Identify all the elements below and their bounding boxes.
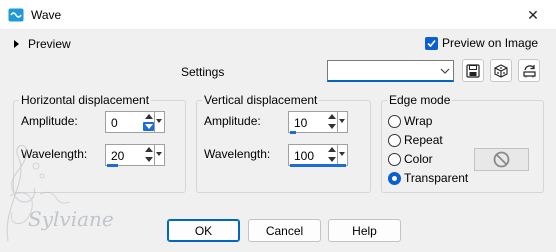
- dice-icon: [494, 63, 508, 78]
- edge-mode-title: Edge mode: [387, 93, 453, 107]
- slider-popup-button[interactable]: [154, 145, 164, 165]
- watermark-text: Sylviane: [28, 207, 114, 231]
- horizontal-amplitude-spinbox[interactable]: 0: [105, 111, 165, 133]
- vertical-wavelength-level: [290, 164, 346, 167]
- ok-button[interactable]: OK: [167, 219, 240, 242]
- vertical-displacement-title: Vertical displacement: [202, 93, 320, 107]
- radio-checked-icon: [388, 171, 401, 185]
- chevron-down-icon: [156, 119, 162, 123]
- checkbox-checked-icon: [425, 36, 438, 50]
- vertical-amplitude-value: 10: [294, 116, 308, 130]
- chevron-down-icon: [156, 152, 162, 156]
- spin-buttons[interactable]: [327, 113, 337, 131]
- spin-up-icon: [145, 147, 153, 152]
- radio-unchecked-icon: [388, 152, 401, 166]
- edge-mode-repeat-label: Repeat: [404, 133, 443, 147]
- vertical-amplitude-label: Amplitude:: [204, 114, 261, 128]
- radio-unchecked-icon: [388, 114, 401, 128]
- edge-mode-transparent-label: Transparent: [404, 171, 469, 185]
- spin-up-icon: [328, 147, 336, 152]
- vertical-wavelength-label: Wavelength:: [204, 147, 271, 161]
- spin-up-icon: [145, 114, 153, 119]
- spin-down-icon: [328, 157, 336, 162]
- slider-popup-button[interactable]: [337, 112, 347, 132]
- chevron-down-icon: [339, 119, 345, 123]
- edge-mode-color-radio[interactable]: Color: [388, 152, 433, 166]
- close-button[interactable]: ✕: [510, 0, 556, 30]
- edge-color-swatch[interactable]: [474, 148, 529, 171]
- preview-on-image-checkbox[interactable]: Preview on Image: [425, 36, 538, 50]
- window-title: Wave: [31, 8, 62, 22]
- spin-down-icon: [145, 124, 153, 129]
- close-icon: ✕: [527, 6, 539, 23]
- save-preset-button[interactable]: [462, 59, 484, 82]
- prohibited-icon: [493, 151, 510, 168]
- spin-buttons[interactable]: [144, 146, 154, 164]
- cancel-label: Cancel: [265, 223, 304, 238]
- preview-toggle[interactable]: Preview: [14, 37, 71, 51]
- watermark-signature: Sylviane: [6, 144, 114, 242]
- cancel-button[interactable]: Cancel: [248, 219, 321, 242]
- preview-on-image-label: Preview on Image: [442, 36, 539, 50]
- vertical-amplitude-level: [290, 131, 346, 134]
- chevron-down-icon: [339, 152, 345, 156]
- edge-mode-wrap-label: Wrap: [404, 114, 433, 128]
- edge-mode-transparent-radio[interactable]: Transparent: [388, 171, 468, 185]
- preset-combobox[interactable]: [327, 60, 454, 82]
- vertical-wavelength-value: 100: [294, 149, 315, 163]
- horizontal-displacement-title: Horizontal displacement: [19, 93, 152, 107]
- edge-mode-color-label: Color: [404, 152, 433, 166]
- edge-mode-wrap-radio[interactable]: Wrap: [388, 114, 432, 128]
- preview-label: Preview: [28, 37, 71, 51]
- slider-popup-button[interactable]: [154, 112, 164, 132]
- vertical-amplitude-spinbox[interactable]: 10: [288, 111, 348, 133]
- vertical-wavelength-spinbox[interactable]: 100: [288, 144, 348, 166]
- wave-app-icon: [8, 8, 24, 22]
- spin-up-icon: [328, 114, 336, 119]
- spin-down-icon: [328, 124, 336, 129]
- edge-mode-repeat-radio[interactable]: Repeat: [388, 133, 443, 147]
- ok-label: OK: [194, 223, 213, 238]
- spin-buttons[interactable]: [327, 146, 337, 164]
- help-label: Help: [352, 223, 377, 238]
- randomize-button[interactable]: [490, 59, 512, 82]
- horizontal-amplitude-label: Amplitude:: [21, 114, 78, 128]
- radio-unchecked-icon: [388, 133, 401, 147]
- horizontal-amplitude-value: 0: [111, 116, 118, 130]
- slider-popup-button[interactable]: [337, 145, 347, 165]
- save-icon: [466, 63, 480, 78]
- vertical-amplitude-level-fill: [290, 131, 296, 134]
- vertical-wavelength-level-fill: [290, 164, 346, 167]
- reset-icon: [522, 64, 536, 77]
- chevron-down-icon: [440, 68, 450, 74]
- title-bar: Wave ✕: [0, 0, 556, 30]
- reset-button[interactable]: [518, 59, 540, 82]
- help-button[interactable]: Help: [328, 219, 401, 242]
- spin-down-icon: [145, 157, 153, 162]
- settings-label: Settings: [181, 65, 225, 79]
- spin-buttons[interactable]: [143, 113, 154, 131]
- chevron-right-icon: [14, 40, 19, 48]
